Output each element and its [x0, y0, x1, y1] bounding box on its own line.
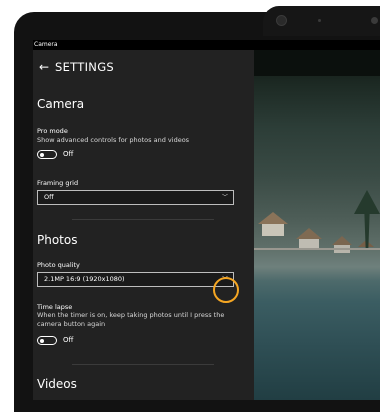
framing-grid-select[interactable]: Off ﹀ [37, 190, 234, 205]
pier [254, 248, 380, 250]
time-lapse-label: Time lapse [37, 303, 73, 311]
section-heading-photos: Photos [37, 233, 78, 247]
bungalow-roof [332, 236, 352, 245]
toggle-knob [40, 338, 44, 343]
pro-mode-description: Show advanced controls for photos and vi… [37, 136, 190, 144]
settings-header: ← SETTINGS [33, 56, 254, 78]
framing-grid-value: Off [44, 193, 54, 201]
photo-quality-value: 2.1MP 16:9 (1920x1080) [44, 275, 125, 283]
window-title: Camera [33, 40, 380, 50]
toggle-knob [40, 152, 44, 157]
back-arrow-icon[interactable]: ← [37, 60, 51, 74]
sensor-dot [318, 19, 321, 22]
front-camera-lens [276, 15, 287, 26]
pro-mode-toggle[interactable] [37, 150, 57, 159]
divider [72, 364, 214, 365]
time-lapse-state: Off [63, 336, 74, 344]
time-lapse-toggle[interactable] [37, 336, 57, 345]
camera-preview [254, 50, 380, 400]
section-heading-videos: Videos [37, 377, 77, 391]
tree-canopy [254, 50, 380, 76]
page-title: SETTINGS [55, 60, 115, 74]
sensor-lens [371, 17, 378, 24]
photo-quality-select[interactable]: 2.1MP 16:9 (1920x1080) ﹀ [37, 272, 234, 287]
pro-mode-state: Off [63, 150, 74, 158]
palm-tree [354, 190, 380, 250]
time-lapse-description: When the timer is on, keep taking photos… [37, 311, 225, 328]
highlight-circle [213, 277, 239, 303]
chevron-down-icon: ﹀ [221, 194, 228, 201]
framing-grid-label: Framing grid [37, 179, 79, 187]
settings-panel: ← SETTINGS Camera Pro mode Show advanced… [33, 50, 254, 400]
section-heading-camera: Camera [37, 97, 85, 111]
screen: Camera ← SETTINGS Camera Pro mode Show a… [33, 40, 380, 400]
pro-mode-label: Pro mode [37, 127, 68, 135]
divider [72, 219, 214, 220]
photo-quality-label: Photo quality [37, 261, 80, 269]
bungalow-roof [258, 212, 288, 224]
bungalow-roof [296, 228, 322, 239]
bungalow [262, 224, 284, 236]
